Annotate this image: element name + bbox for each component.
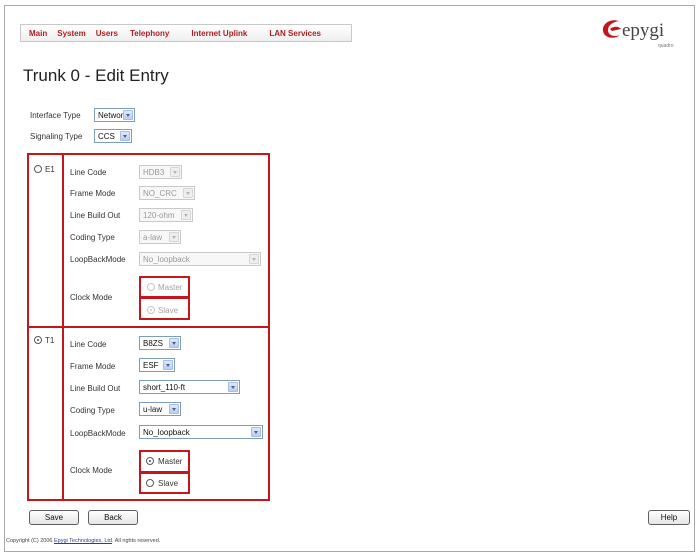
t1-frame-mode-label: Frame Mode bbox=[70, 362, 116, 371]
e1-label: E1 bbox=[45, 165, 55, 174]
signaling-type-value: CCS bbox=[98, 131, 115, 141]
t1-coding-type-label: Coding Type bbox=[70, 406, 115, 415]
t1-line-build-out-label: Line Build Out bbox=[70, 384, 121, 393]
copyright-suffix: . All rights reserved. bbox=[112, 538, 161, 544]
t1-clock-slave-radio[interactable] bbox=[146, 479, 154, 487]
e1-coding-type-value: a-law bbox=[143, 232, 163, 242]
e1-line-code-label: Line Code bbox=[70, 168, 107, 177]
signaling-type-select[interactable]: CCS bbox=[94, 129, 132, 143]
logo-brand-text: epygi bbox=[622, 20, 665, 41]
t1-frame-mode-value: ESF bbox=[143, 360, 159, 370]
save-button[interactable]: Save bbox=[29, 510, 79, 525]
t1-label: T1 bbox=[45, 336, 55, 345]
e1-clock-master-radio[interactable] bbox=[147, 283, 155, 291]
e1-line-build-out-value: 120-ohm bbox=[143, 210, 175, 220]
menu-item-telephony[interactable]: Telephony bbox=[130, 29, 169, 38]
t1-line-code-label: Line Code bbox=[70, 340, 107, 349]
t1-line-code-select[interactable]: B8ZS bbox=[139, 336, 181, 350]
menu-item-users[interactable]: Users bbox=[96, 29, 118, 38]
menu-item-main[interactable]: Main bbox=[29, 29, 47, 38]
signaling-type-label: Signaling Type bbox=[30, 132, 83, 141]
e1-frame-mode-select[interactable]: NO_CRC bbox=[139, 186, 195, 200]
e1-loopback-mode-value: No_loopback bbox=[143, 254, 190, 264]
chevron-down-icon bbox=[169, 232, 179, 242]
chevron-down-icon bbox=[183, 188, 193, 198]
interface-type-select[interactable]: Network bbox=[94, 108, 135, 122]
e1-line-build-out-select[interactable]: 120-ohm bbox=[139, 208, 193, 222]
t1-coding-type-select[interactable]: u-law bbox=[139, 402, 181, 416]
copyright-footer: Copyright (C) 2006 Epygi Technologies, L… bbox=[6, 538, 160, 544]
chevron-down-icon bbox=[169, 338, 179, 348]
t1-line-code-value: B8ZS bbox=[143, 338, 164, 348]
e1-line-code-select[interactable]: HDB3 bbox=[139, 165, 182, 179]
e1-clock-master-label: Master bbox=[158, 283, 183, 292]
chevron-down-icon bbox=[120, 131, 130, 141]
chevron-down-icon bbox=[181, 210, 191, 220]
chevron-down-icon bbox=[170, 167, 180, 177]
back-button[interactable]: Back bbox=[88, 510, 138, 525]
t1-clock-slave-label: Slave bbox=[158, 479, 179, 488]
e1-loopback-mode-label: LoopBackMode bbox=[70, 255, 126, 264]
e1-radio[interactable] bbox=[34, 165, 42, 173]
chevron-down-icon bbox=[228, 382, 238, 392]
t1-clock-master-label: Master bbox=[158, 457, 183, 466]
page-title: Trunk 0 - Edit Entry bbox=[23, 66, 169, 85]
menu-item-lan-services[interactable]: LAN Services bbox=[269, 29, 321, 38]
e1-coding-type-label: Coding Type bbox=[70, 233, 115, 242]
e1-frame-mode-value: NO_CRC bbox=[143, 188, 177, 198]
t1-loopback-mode-select[interactable]: No_loopback bbox=[139, 425, 263, 439]
e1-clock-mode-label: Clock Mode bbox=[70, 293, 113, 302]
e1-clock-slave-radio[interactable] bbox=[147, 306, 155, 314]
copyright-prefix: Copyright (C) 2006 bbox=[6, 538, 54, 544]
e1-coding-type-select[interactable]: a-law bbox=[139, 230, 181, 244]
e1-clock-slave-label: Slave bbox=[158, 306, 179, 315]
e1-loopback-mode-select[interactable]: No_loopback bbox=[139, 252, 261, 266]
e1-frame-mode-label: Frame Mode bbox=[70, 189, 116, 198]
t1-frame-mode-select[interactable]: ESF bbox=[139, 358, 175, 372]
chevron-down-icon bbox=[169, 404, 179, 414]
t1-line-build-out-select[interactable]: short_110-ft bbox=[139, 380, 240, 394]
help-button[interactable]: Help bbox=[648, 510, 690, 525]
interface-type-label: Interface Type bbox=[30, 111, 81, 120]
epygi-link[interactable]: Epygi Technologies, Ltd bbox=[54, 538, 112, 544]
chevron-down-icon bbox=[163, 360, 173, 370]
menu-item-system[interactable]: System bbox=[57, 29, 85, 38]
t1-line-build-out-value: short_110-ft bbox=[143, 382, 186, 392]
chevron-down-icon bbox=[251, 427, 261, 437]
e1-line-build-out-label: Line Build Out bbox=[70, 211, 121, 220]
chevron-down-icon bbox=[123, 110, 133, 120]
t1-loopback-mode-label: LoopBackMode bbox=[70, 429, 126, 438]
t1-coding-type-value: u-law bbox=[143, 404, 163, 414]
logo-sub-text: quadro bbox=[658, 43, 674, 49]
menu-item-internet-uplink[interactable]: Internet Uplink bbox=[191, 29, 247, 38]
epygi-logo: epygi quadro bbox=[600, 18, 680, 50]
section-divider bbox=[27, 326, 270, 328]
t1-loopback-mode-value: No_loopback bbox=[143, 427, 190, 437]
t1-radio[interactable] bbox=[34, 336, 42, 344]
main-menu: Main System Users Telephony Internet Upl… bbox=[20, 24, 352, 42]
t1-clock-mode-label: Clock Mode bbox=[70, 466, 113, 475]
chevron-down-icon bbox=[249, 254, 259, 264]
t1-clock-master-radio[interactable] bbox=[146, 457, 154, 465]
e1-line-code-value: HDB3 bbox=[143, 167, 165, 177]
